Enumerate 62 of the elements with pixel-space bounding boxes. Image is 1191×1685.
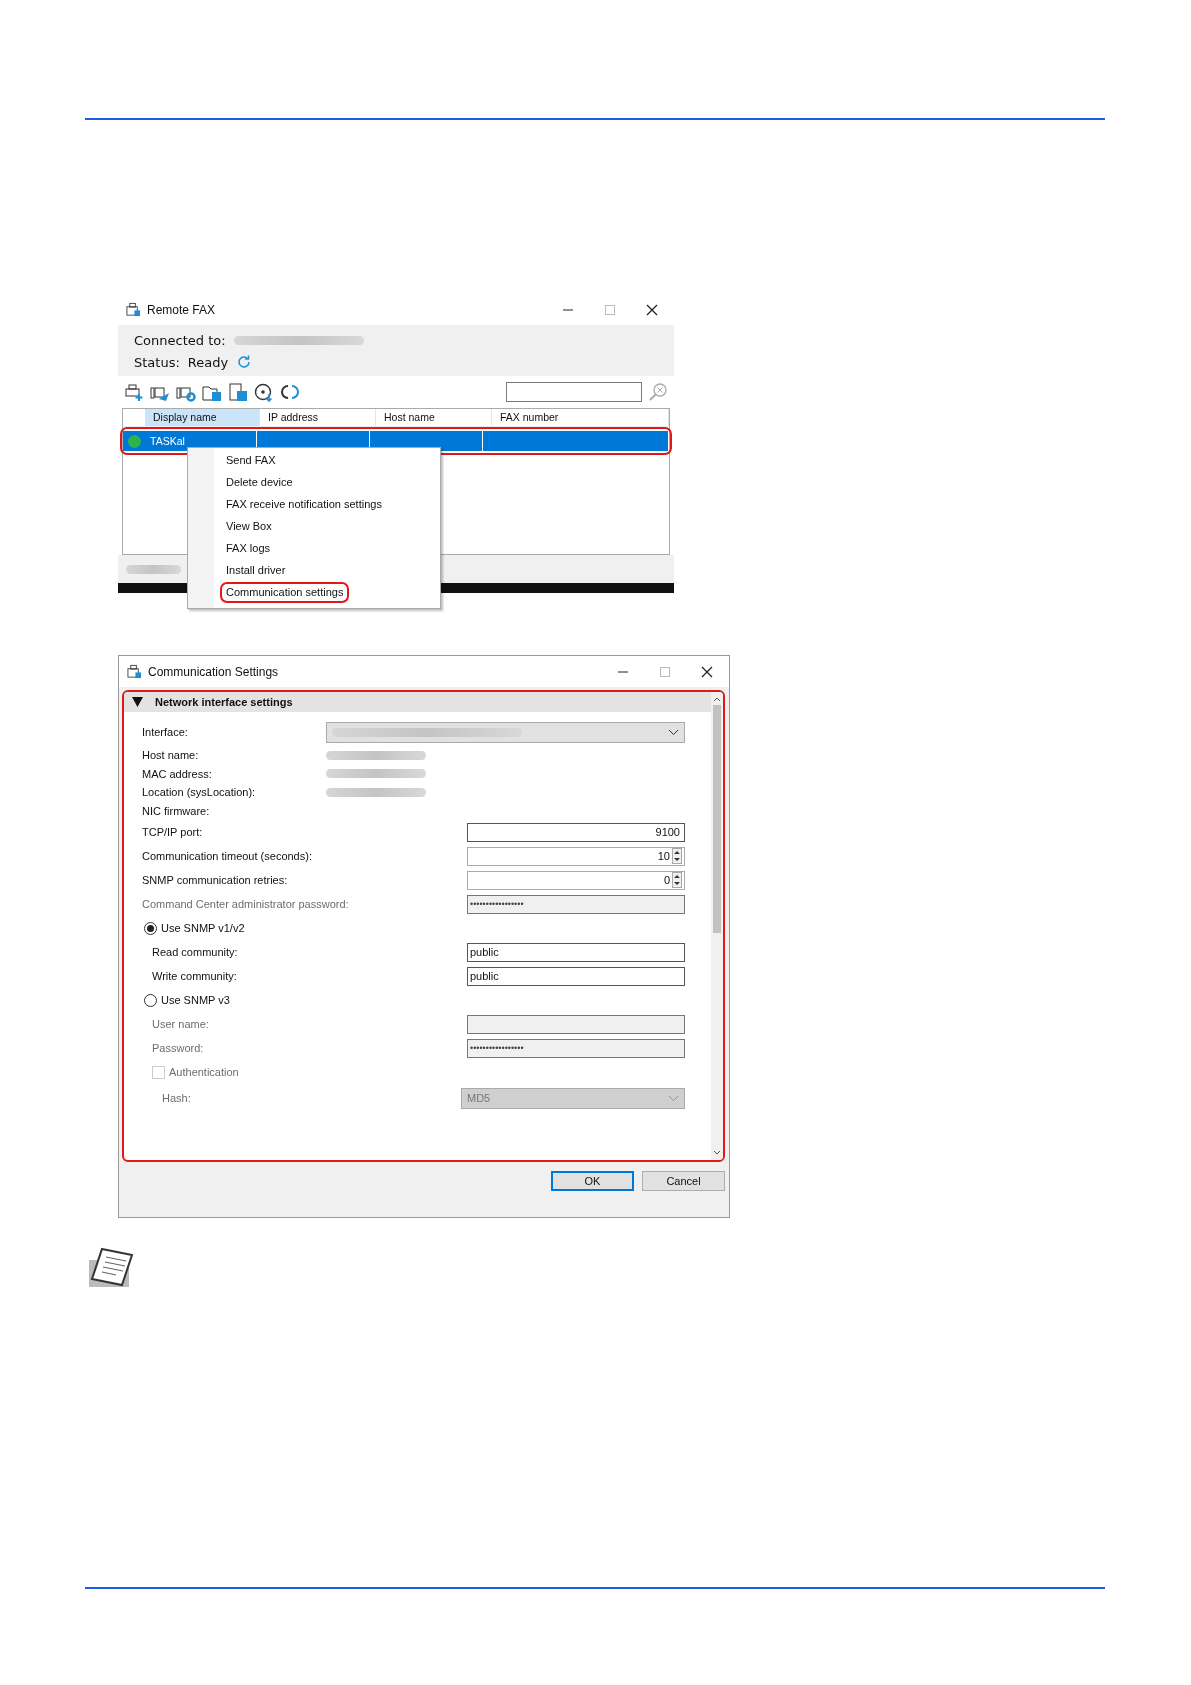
dialog-button[interactable]: OK — [551, 1171, 634, 1191]
field-label: NIC firmware: — [142, 804, 211, 817]
field-label: Hash: — [162, 1092, 192, 1104]
menu-item[interactable]: Communication settings — [220, 582, 350, 603]
menu-item[interactable]: FAX receive notification settings — [220, 494, 388, 515]
window-title: Remote FAX — [147, 302, 216, 317]
input-field[interactable]: public — [467, 966, 685, 986]
dialog-button[interactable]: Cancel — [642, 1171, 725, 1191]
field-label: User name: — [152, 1018, 210, 1030]
device-row[interactable]: TASKal — [123, 431, 669, 451]
chevron-down-icon — [668, 1094, 679, 1102]
scrollbar[interactable] — [711, 692, 723, 1160]
field-label: Write community: — [152, 970, 238, 982]
fax-machine-icon — [127, 664, 142, 679]
document-fax-icon[interactable] — [228, 382, 248, 402]
connected-label: Connected to: — [134, 333, 226, 348]
radio-label: Use SNMP v1/v2 — [161, 922, 245, 934]
chevron-down-icon — [668, 728, 679, 736]
field-label: Interface: — [142, 726, 189, 738]
column-header[interactable]: Display name — [145, 409, 260, 426]
close-icon[interactable] — [646, 303, 658, 316]
field-label: TCP/IP port: — [142, 826, 204, 838]
field-label: Communication timeout (seconds): — [142, 850, 313, 862]
spinner-field[interactable]: 0 — [467, 870, 685, 890]
menu-item[interactable]: Install driver — [220, 560, 292, 581]
fax-machine-icon — [126, 302, 141, 317]
field-label: Read community: — [152, 946, 239, 958]
disc-download-icon[interactable] — [254, 382, 274, 402]
field-label: MAC address: — [142, 767, 213, 780]
scroll-up-icon[interactable] — [713, 696, 721, 702]
status-value: Ready — [187, 354, 229, 370]
section-header[interactable]: Network interface settings — [124, 692, 711, 712]
menu-item[interactable]: View Box — [220, 516, 278, 537]
field-label: Host name: — [142, 749, 200, 762]
input-field[interactable]: 9100 — [467, 822, 685, 842]
sync-icon[interactable] — [280, 382, 300, 402]
field-label: Location (sysLocation): — [142, 786, 257, 799]
field-label: Command Center administrator password: — [142, 898, 350, 910]
menu-item[interactable]: Delete device — [220, 472, 299, 493]
column-header[interactable]: IP address — [260, 409, 376, 426]
printer-add-icon[interactable] — [124, 382, 144, 402]
refresh-icon[interactable] — [236, 354, 253, 370]
blurred-text — [126, 564, 181, 574]
scroll-down-icon[interactable] — [713, 1150, 721, 1156]
close-icon[interactable] — [701, 665, 713, 678]
spinner-arrows-icon[interactable] — [672, 872, 682, 888]
spinner-arrows-icon[interactable] — [672, 848, 682, 864]
field-label: Password: — [152, 1042, 205, 1054]
menu-item[interactable]: Send FAX — [220, 450, 282, 471]
search-field[interactable] — [506, 382, 642, 402]
spinner-field[interactable]: 10 — [467, 846, 685, 866]
menu-item[interactable]: FAX logs — [220, 538, 277, 559]
column-header[interactable]: Host name — [376, 409, 492, 426]
radio-label: Use SNMP v3 — [161, 994, 230, 1006]
input-field[interactable]: public — [467, 942, 685, 962]
collapse-triangle-icon — [132, 697, 143, 707]
checkbox-label: Authentication — [169, 1066, 239, 1078]
window-title: Communication Settings — [148, 664, 279, 679]
column-header[interactable]: FAX number — [492, 409, 669, 426]
note-paper-icon — [88, 1246, 136, 1288]
status-label: Status: — [134, 354, 180, 370]
field-label: SNMP communication retries: — [142, 874, 289, 886]
